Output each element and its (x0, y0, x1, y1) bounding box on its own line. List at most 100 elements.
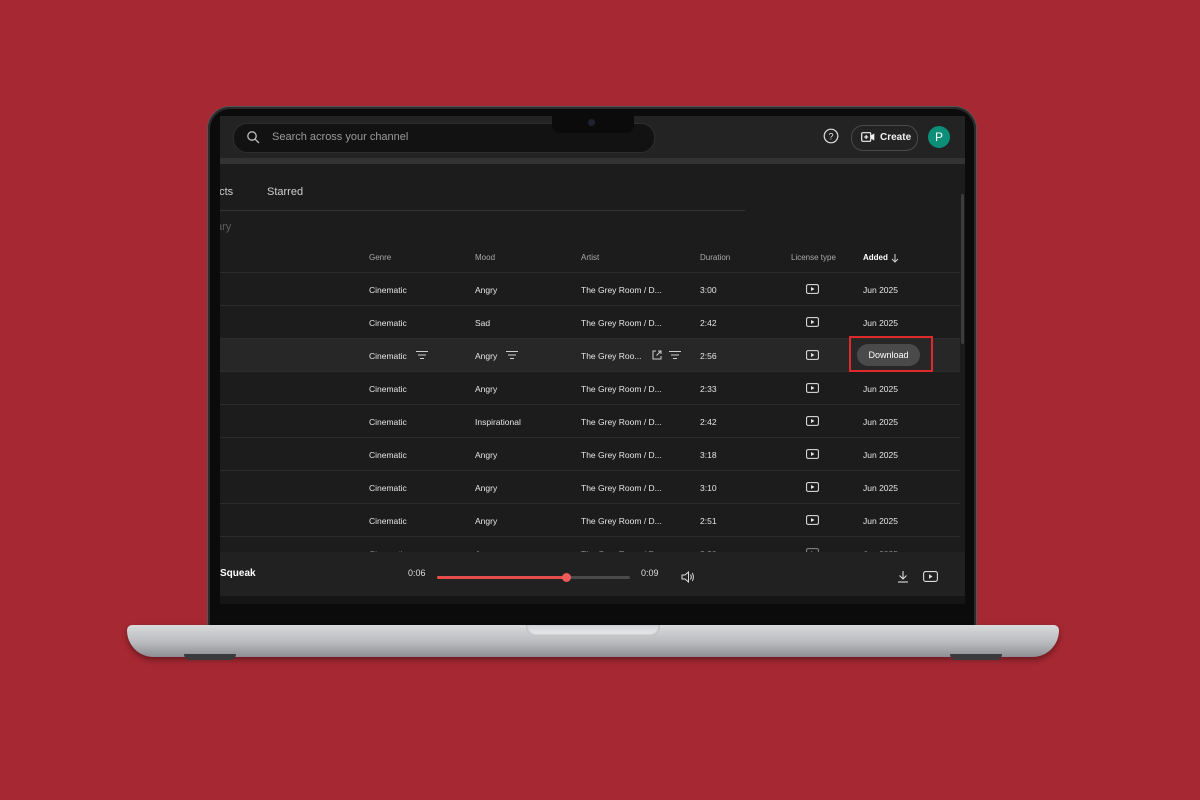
tab-starred[interactable]: Starred (267, 186, 303, 198)
genre-cell: Cinematic (369, 351, 407, 361)
mood-cell: Angry (475, 351, 498, 361)
duration-cell: 2:42 (700, 318, 717, 328)
svg-text:?: ? (828, 132, 833, 142)
duration-cell: 3:00 (700, 285, 717, 295)
create-label: Create (880, 132, 912, 143)
column-duration[interactable]: Duration (700, 253, 730, 262)
laptop-foot-left (184, 654, 236, 660)
added-cell: Jun 2025 (863, 285, 898, 295)
screen: Search across your channel ? Create P ec… (220, 116, 965, 596)
table-row[interactable]: Cinematic Angry The Grey Room / D... 3:0… (220, 272, 960, 305)
column-genre[interactable]: Genre (369, 253, 391, 262)
library-label: ary (220, 221, 232, 233)
added-cell: Jun 2025 (863, 516, 898, 526)
youtube-license-icon (806, 284, 819, 294)
camera-notch (552, 113, 634, 133)
mood-cell: Angry (475, 483, 498, 493)
current-time: 0:06 (408, 568, 426, 578)
avatar[interactable]: P (928, 126, 950, 148)
create-button[interactable]: Create (851, 125, 918, 151)
open-external-icon[interactable] (652, 350, 662, 360)
duration-cell: 3:10 (700, 483, 717, 493)
artist-cell: The Grey Room / D... (581, 516, 662, 526)
artist-cell: The Grey Room / D... (581, 417, 662, 427)
artist-cell: The Grey Roo... (581, 351, 642, 361)
table-row[interactable]: Cinematic Angry The Grey Room / D... 2:3… (220, 371, 960, 404)
mood-cell: Angry (475, 384, 498, 394)
genre-cell: Cinematic (369, 285, 407, 295)
added-cell: Jun 2025 (863, 483, 898, 493)
filter-icon[interactable] (506, 350, 518, 360)
artist-cell: The Grey Room / D... (581, 384, 662, 394)
filter-icon[interactable] (416, 350, 428, 360)
table-row[interactable]: Cinematic Sad The Grey Room / D... 2:42 … (220, 305, 960, 338)
added-cell: Jun 2025 (863, 318, 898, 328)
mood-cell: Sad (475, 318, 491, 328)
laptop-opening-notch (526, 625, 660, 636)
genre-cell: Cinematic (369, 417, 407, 427)
search-placeholder: Search across your channel (272, 131, 409, 143)
duration-cell: 2:51 (700, 516, 717, 526)
duration-cell: 2:42 (700, 417, 717, 427)
mood-cell: Angry (475, 285, 498, 295)
duration-cell: 3:18 (700, 450, 717, 460)
table-row[interactable]: Cinematic Angry The Grey Room / D... 3:1… (220, 437, 960, 470)
youtube-license-icon[interactable] (923, 571, 938, 582)
camera (588, 119, 595, 126)
artist-cell: The Grey Room / D... (581, 285, 662, 295)
table-header: Genre Mood Artist Duration License type … (220, 244, 960, 270)
genre-cell: Cinematic (369, 318, 407, 328)
tab-divider (220, 210, 745, 211)
sort-down-icon[interactable] (891, 253, 899, 263)
genre-cell: Cinematic (369, 384, 407, 394)
download-button[interactable]: Download (857, 344, 920, 366)
total-time: 0:09 (641, 568, 659, 578)
filter-icon[interactable] (669, 350, 681, 360)
progress-handle[interactable] (561, 573, 571, 582)
added-cell: Jun 2025 (863, 450, 898, 460)
added-cell: Jun 2025 (863, 384, 898, 394)
table-row[interactable]: Cinematic Angry The Grey Room / D... 3:1… (220, 470, 960, 503)
volume-icon[interactable] (681, 571, 695, 583)
column-license-type[interactable]: License type (791, 253, 836, 262)
top-bar-divider (220, 158, 965, 164)
youtube-license-icon (806, 383, 819, 393)
laptop-foot-right (950, 654, 1002, 660)
youtube-license-icon (806, 482, 819, 492)
genre-cell: Cinematic (369, 450, 407, 460)
column-mood[interactable]: Mood (475, 253, 495, 262)
audio-player: Squeak 0:06 0:09 (220, 552, 965, 596)
search-icon (247, 131, 260, 144)
tab-effects[interactable]: ects (220, 186, 233, 198)
mood-cell: Inspirational (475, 417, 521, 427)
scrollbar[interactable] (961, 194, 964, 344)
genre-cell: Cinematic (369, 483, 407, 493)
artist-cell: The Grey Room / D... (581, 483, 662, 493)
youtube-license-icon (806, 449, 819, 459)
table-row[interactable]: Cinematic Inspirational The Grey Room / … (220, 404, 960, 437)
progress-slider[interactable] (437, 573, 630, 582)
download-icon[interactable] (897, 570, 909, 583)
track-title: Squeak (220, 568, 256, 579)
duration-cell: 2:56 (700, 351, 717, 361)
progress-fill (437, 576, 567, 579)
youtube-license-icon (806, 416, 819, 426)
mood-cell: Angry (475, 516, 498, 526)
column-artist[interactable]: Artist (581, 253, 599, 262)
duration-cell: 2:33 (700, 384, 717, 394)
table-row[interactable]: Cinematic Angry The Grey Room / D... 2:5… (220, 503, 960, 536)
track-list: Cinematic Angry The Grey Room / D... 3:0… (220, 272, 960, 569)
artist-cell: The Grey Room / D... (581, 450, 662, 460)
laptop-chin (220, 596, 965, 604)
column-added[interactable]: Added (863, 253, 888, 262)
mood-cell: Angry (475, 450, 498, 460)
help-icon[interactable]: ? (823, 128, 839, 144)
added-cell: Jun 2025 (863, 417, 898, 427)
artist-cell: The Grey Room / D... (581, 318, 662, 328)
create-video-icon (861, 132, 875, 142)
table-row-hovered[interactable]: Cinematic Angry The Grey Roo... 2:56 Dow… (220, 338, 960, 371)
youtube-license-icon (806, 350, 819, 360)
youtube-license-icon (806, 317, 819, 327)
youtube-license-icon (806, 515, 819, 525)
genre-cell: Cinematic (369, 516, 407, 526)
